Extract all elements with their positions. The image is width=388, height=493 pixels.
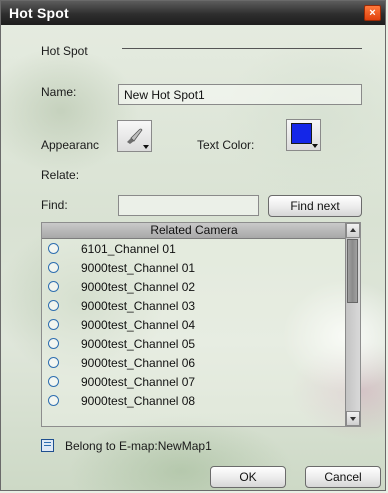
camera-name: 9000test_Channel 02 — [81, 280, 196, 294]
paint-brush-icon — [124, 127, 144, 150]
camera-rows: 6101_Channel 01 9000test_Channel 01 9000te… — [42, 239, 346, 410]
camera-name: 9000test_Channel 03 — [81, 299, 196, 313]
ok-button[interactable]: OK — [210, 466, 286, 488]
camera-name: 9000test_Channel 01 — [81, 261, 196, 275]
close-icon: × — [369, 7, 376, 19]
title-bar[interactable]: Hot Spot × — [1, 1, 385, 25]
camera-radio-button[interactable] — [48, 281, 59, 292]
camera-name: 9000test_Channel 06 — [81, 356, 196, 370]
name-label: Name: — [41, 85, 77, 99]
camera-list-item[interactable]: 6101_Channel 01 — [42, 239, 346, 258]
scroll-down-button[interactable] — [346, 411, 360, 426]
camera-radio-button[interactable] — [48, 376, 59, 387]
section-divider — [122, 48, 362, 49]
appearance-label: Appearanc — [41, 138, 100, 152]
window-title: Hot Spot — [9, 5, 69, 21]
map-list-icon — [41, 439, 54, 452]
camera-list-item[interactable]: 9000test_Channel 04 — [42, 315, 346, 334]
camera-list-item[interactable]: 9000test_Channel 06 — [42, 353, 346, 372]
scroll-up-button[interactable] — [346, 223, 360, 238]
find-next-button[interactable]: Find next — [268, 195, 362, 217]
camera-name: 9000test_Channel 08 — [81, 394, 196, 408]
camera-name: 6101_Channel 01 — [81, 242, 176, 256]
camera-list-item[interactable]: 9000test_Channel 07 — [42, 372, 346, 391]
find-label: Find: — [41, 198, 68, 212]
camera-radio-button[interactable] — [48, 395, 59, 406]
related-camera-header: Related Camera — [42, 223, 346, 239]
text-color-swatch — [291, 123, 312, 144]
belong-to-emap-text: Belong to E-map:NewMap1 — [65, 439, 212, 453]
camera-radio-button[interactable] — [48, 357, 59, 368]
camera-list-item[interactable]: 9000test_Channel 08 — [42, 391, 346, 410]
appearance-picker-button[interactable] — [117, 120, 152, 152]
cancel-button[interactable]: Cancel — [305, 466, 381, 488]
list-scrollbar[interactable] — [345, 223, 360, 426]
chevron-down-icon — [143, 145, 149, 149]
camera-radio-button[interactable] — [48, 300, 59, 311]
chevron-down-icon — [312, 144, 318, 148]
name-field[interactable]: New Hot Spot1 — [118, 84, 362, 105]
text-color-label: Text Color: — [197, 138, 255, 152]
camera-radio-button[interactable] — [48, 319, 59, 330]
camera-list-item[interactable]: 9000test_Channel 02 — [42, 277, 346, 296]
hot-spot-dialog: Hot Spot × Hot Spot Name: New Hot Spot1 … — [0, 0, 386, 491]
camera-list-item[interactable]: 9000test_Channel 05 — [42, 334, 346, 353]
camera-name: 9000test_Channel 05 — [81, 337, 196, 351]
find-field[interactable] — [118, 195, 259, 216]
camera-radio-button[interactable] — [48, 262, 59, 273]
camera-list-item[interactable]: 9000test_Channel 03 — [42, 296, 346, 315]
related-camera-list: Related Camera 6101_Channel 01 9000test_C… — [41, 222, 361, 427]
close-button[interactable]: × — [364, 5, 381, 21]
text-color-picker-button[interactable] — [286, 119, 321, 151]
relate-label: Relate: — [41, 168, 80, 182]
camera-radio-button[interactable] — [48, 243, 59, 254]
camera-list-item[interactable]: 9000test_Channel 01 — [42, 258, 346, 277]
camera-radio-button[interactable] — [48, 338, 59, 349]
camera-name: 9000test_Channel 07 — [81, 375, 196, 389]
scroll-thumb[interactable] — [347, 239, 358, 303]
hotspot-section-label: Hot Spot — [41, 44, 88, 58]
camera-name: 9000test_Channel 04 — [81, 318, 196, 332]
